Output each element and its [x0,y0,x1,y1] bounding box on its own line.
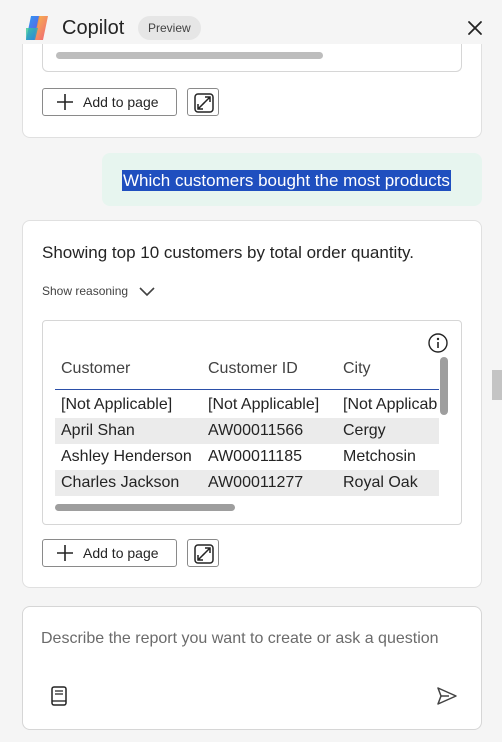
info-icon[interactable] [427,332,449,354]
prompt-input[interactable]: Describe the report you want to create o… [41,627,441,650]
table-row: April Shan AW00011566 Cergy [55,418,439,444]
table-row: [Not Applicable] [Not Applicable] [Not A… [55,392,439,418]
table-cell: AW00011185 [208,448,302,465]
response-summary: Showing top 10 customers by total order … [42,243,414,262]
add-to-page-button[interactable]: Add to page [42,88,177,116]
user-message-text: Which customers bought the most products [122,170,451,191]
close-icon[interactable] [464,17,486,39]
table-cell: Charles Jackson [61,474,180,491]
copilot-logo-icon [26,16,48,40]
prompt-composer[interactable]: Describe the report you want to create o… [22,606,482,730]
horizontal-scrollbar[interactable] [56,52,323,59]
table-cell: Cergy [343,422,386,439]
page-scrollbar[interactable] [492,370,502,400]
plus-icon [57,94,73,110]
table-cell: [Not Applicab [343,396,438,413]
table-header-row: Customer Customer ID City [55,353,439,390]
plus-icon [57,545,73,561]
table-cell: AW00011566 [208,422,304,439]
table-row: Charles Jackson AW00011277 Royal Oak [55,470,439,496]
add-to-page-label: Add to page [83,94,159,110]
table-cell: Ashley Henderson [61,448,192,465]
prompt-guide-icon[interactable] [49,685,69,707]
previous-table-clip [42,44,462,72]
table-row: Ashley Henderson AW00011185 Metchosin [55,444,439,470]
table-cell: [Not Applicable] [61,396,173,413]
show-reasoning-toggle[interactable]: Show reasoning [42,284,155,298]
open-in-new-button[interactable] [187,88,219,116]
vertical-scrollbar[interactable] [440,357,448,415]
horizontal-scrollbar[interactable] [55,504,235,511]
response-card: Showing top 10 customers by total order … [22,220,482,588]
show-reasoning-label: Show reasoning [42,284,129,298]
app-title: Copilot [62,17,125,39]
result-table-container: Customer Customer ID City [Not Applicabl… [42,320,462,525]
column-header-city[interactable]: City [343,360,371,378]
open-in-new-button[interactable] [187,539,219,567]
table-cell: AW00011277 [208,474,304,491]
user-message-bubble: Which customers bought the most products [102,153,482,206]
column-header-customer-id[interactable]: Customer ID [208,360,298,378]
chevron-down-icon [139,287,155,297]
column-header-customer[interactable]: Customer [61,360,130,378]
result-table: Customer Customer ID City [Not Applicabl… [55,353,439,496]
add-to-page-button[interactable]: Add to page [42,539,177,567]
open-in-new-icon [194,93,214,113]
table-cell: Royal Oak [343,474,418,491]
open-in-new-icon [194,544,214,564]
add-to-page-label: Add to page [83,545,159,561]
table-cell: [Not Applicable] [208,396,320,413]
send-icon[interactable] [435,685,459,707]
table-cell: Metchosin [343,448,416,465]
table-cell: April Shan [61,422,135,439]
preview-badge: Preview [138,16,201,40]
previous-response-card: Add to page [22,44,482,138]
